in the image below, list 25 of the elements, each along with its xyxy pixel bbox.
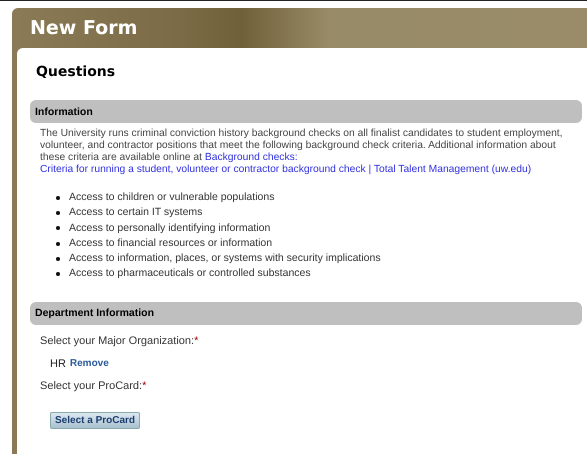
information-paragraph: The University runs criminal conviction history background checks on all finalist candidates to student employment, volunteer, and contractor positions that meet the following background check criteria. Additional information about these criteria are available online at Background checks: Criteria for running a student, volunteer or contractor background check | Total Talent Management (uw.edu): [40, 128, 564, 176]
bullet-icon: [56, 196, 60, 200]
criteria-item: Access to financial resources or information: [69, 236, 272, 251]
criteria-item: Access to information, places, or systems with security implications: [69, 251, 381, 266]
bullet-icon: [56, 226, 60, 230]
background-checks-link[interactable]: Criteria for running a student, volunteer or contractor background check | Total Talent Management: [40, 164, 489, 175]
bullet-icon: [56, 256, 60, 261]
select-procard-button[interactable]: Select a ProCard: [50, 412, 140, 429]
bullet-icon: [56, 272, 60, 276]
background-checks-link[interactable]: Background checks:: [204, 152, 298, 163]
criteria-item: Access to certain IT systems: [69, 205, 202, 220]
background-checks-link[interactable]: (uw.edu): [492, 164, 532, 175]
window-title: New Form: [29, 16, 138, 41]
criteria-item: Access to pharmaceuticals or controlled substances: [69, 266, 311, 282]
selected-value: HR: [50, 358, 66, 370]
bullet-icon: [56, 242, 60, 246]
bullet-icon: [56, 210, 60, 215]
field-label: Select your Major Organization:*: [40, 334, 200, 347]
section-header: Department Information: [30, 302, 582, 325]
section-header: Information: [30, 100, 582, 123]
field-label: Select your ProCard:*: [40, 380, 148, 392]
remove-link[interactable]: Remove: [70, 358, 109, 370]
criteria-item: Access to children or vulnerable populations: [69, 190, 274, 205]
page-heading: Questions: [36, 64, 116, 80]
criteria-item: Access to personally identifying information: [69, 220, 270, 236]
